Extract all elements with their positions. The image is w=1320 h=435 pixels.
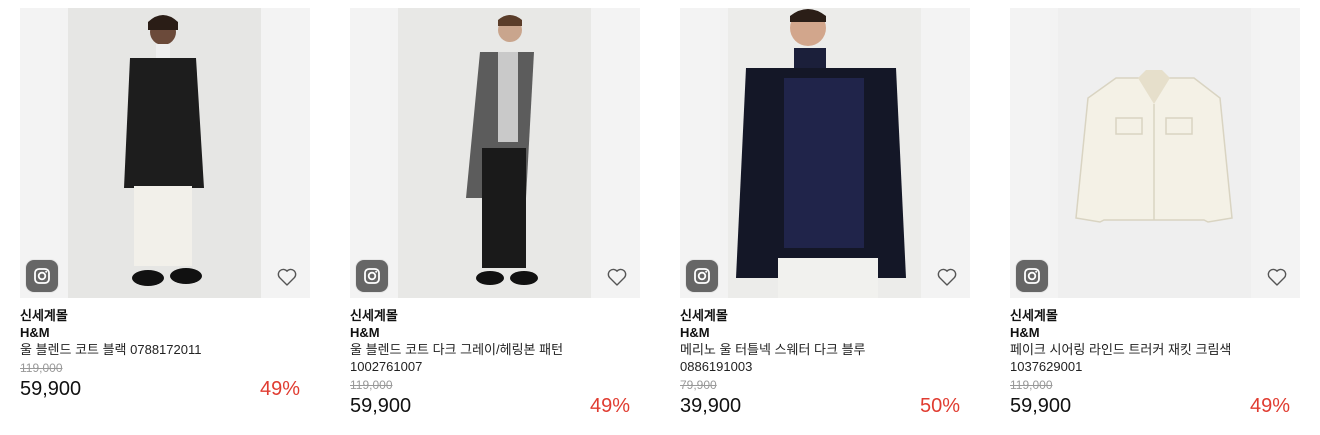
heart-icon	[937, 268, 957, 286]
wishlist-button[interactable]	[1264, 264, 1290, 290]
price-row: 39,900 50%	[680, 394, 970, 418]
mall-name: 신세계몰	[1010, 308, 1058, 323]
jacket-navy-model-image	[728, 8, 921, 298]
product-card[interactable]: 신세계몰 H&M 메리노 울 터틀넥 스웨터 다크 블루 0886191003 …	[680, 8, 970, 428]
original-price: 79,900	[680, 378, 717, 392]
mall-name: 신세계몰	[20, 308, 68, 323]
price-row: 59,900 49%	[20, 377, 310, 401]
product-name[interactable]: 메리노 울 터틀넥 스웨터 다크 블루	[680, 341, 970, 358]
price-row: 59,900 49%	[350, 394, 640, 418]
mall-name: 신세계몰	[680, 308, 728, 323]
wishlist-button[interactable]	[934, 264, 960, 290]
heart-icon	[607, 268, 627, 286]
instagram-button[interactable]	[26, 260, 58, 292]
sale-price: 59,900	[350, 395, 412, 417]
product-name[interactable]: 울 블렌드 코트 다크 그레이/헤링본 패턴	[350, 341, 640, 358]
mall-name: 신세계몰	[350, 308, 398, 323]
instagram-icon	[364, 268, 380, 284]
product-info: 신세계몰 H&M 메리노 울 터틀넥 스웨터 다크 블루 0886191003 …	[680, 298, 970, 418]
product-info: 신세계몰 H&M 울 블렌드 코트 블랙 0788172011 119,000 …	[20, 298, 310, 401]
original-price: 119,000	[350, 378, 393, 392]
instagram-button[interactable]	[356, 260, 388, 292]
product-thumbnail[interactable]	[350, 8, 640, 298]
sale-price: 59,900	[20, 378, 82, 400]
product-card[interactable]: 신세계몰 H&M 페이크 시어링 라인드 트러커 재킷 크림색 10376290…	[1010, 8, 1300, 428]
product-code: 0886191003	[680, 359, 753, 374]
heart-icon	[1267, 268, 1287, 286]
product-grid: 신세계몰 H&M 울 블렌드 코트 블랙 0788172011 119,000 …	[20, 8, 1300, 428]
wishlist-button[interactable]	[604, 264, 630, 290]
product-card[interactable]: 신세계몰 H&M 울 블렌드 코트 블랙 0788172011 119,000 …	[20, 8, 310, 428]
coat-grey-model-image	[398, 8, 591, 298]
product-card[interactable]: 신세계몰 H&M 울 블렌드 코트 다크 그레이/헤링본 패턴 10027610…	[350, 8, 640, 428]
coat-black-model-image	[68, 8, 261, 298]
product-name[interactable]: 울 블렌드 코트 블랙 0788172011	[20, 341, 310, 358]
instagram-button[interactable]	[686, 260, 718, 292]
product-info: 신세계몰 H&M 울 블렌드 코트 다크 그레이/헤링본 패턴 10027610…	[350, 298, 640, 418]
original-price: 119,000	[20, 361, 63, 375]
product-name[interactable]: 페이크 시어링 라인드 트러커 재킷 크림색	[1010, 341, 1300, 358]
brand-name: H&M	[350, 325, 380, 340]
sale-price: 59,900	[1010, 395, 1072, 417]
product-thumbnail[interactable]	[680, 8, 970, 298]
original-price: 119,000	[1010, 378, 1053, 392]
brand-name: H&M	[680, 325, 710, 340]
instagram-button[interactable]	[1016, 260, 1048, 292]
instagram-icon	[34, 268, 50, 284]
jacket-cream-product-image	[1058, 8, 1251, 298]
discount-rate: 49%	[259, 378, 300, 400]
product-code: 1002761007	[350, 359, 423, 374]
price-row: 59,900 49%	[1010, 394, 1300, 418]
instagram-icon	[1024, 268, 1040, 284]
product-code: 1037629001	[1010, 359, 1083, 374]
product-thumbnail[interactable]	[1010, 8, 1300, 298]
product-info: 신세계몰 H&M 페이크 시어링 라인드 트러커 재킷 크림색 10376290…	[1010, 298, 1300, 418]
brand-name: H&M	[1010, 325, 1040, 340]
product-thumbnail[interactable]	[20, 8, 310, 298]
discount-rate: 49%	[589, 395, 630, 417]
brand-name: H&M	[20, 325, 50, 340]
discount-rate: 50%	[919, 395, 960, 417]
instagram-icon	[694, 268, 710, 284]
discount-rate: 49%	[1249, 395, 1290, 417]
wishlist-button[interactable]	[274, 264, 300, 290]
sale-price: 39,900	[680, 395, 742, 417]
heart-icon	[277, 268, 297, 286]
